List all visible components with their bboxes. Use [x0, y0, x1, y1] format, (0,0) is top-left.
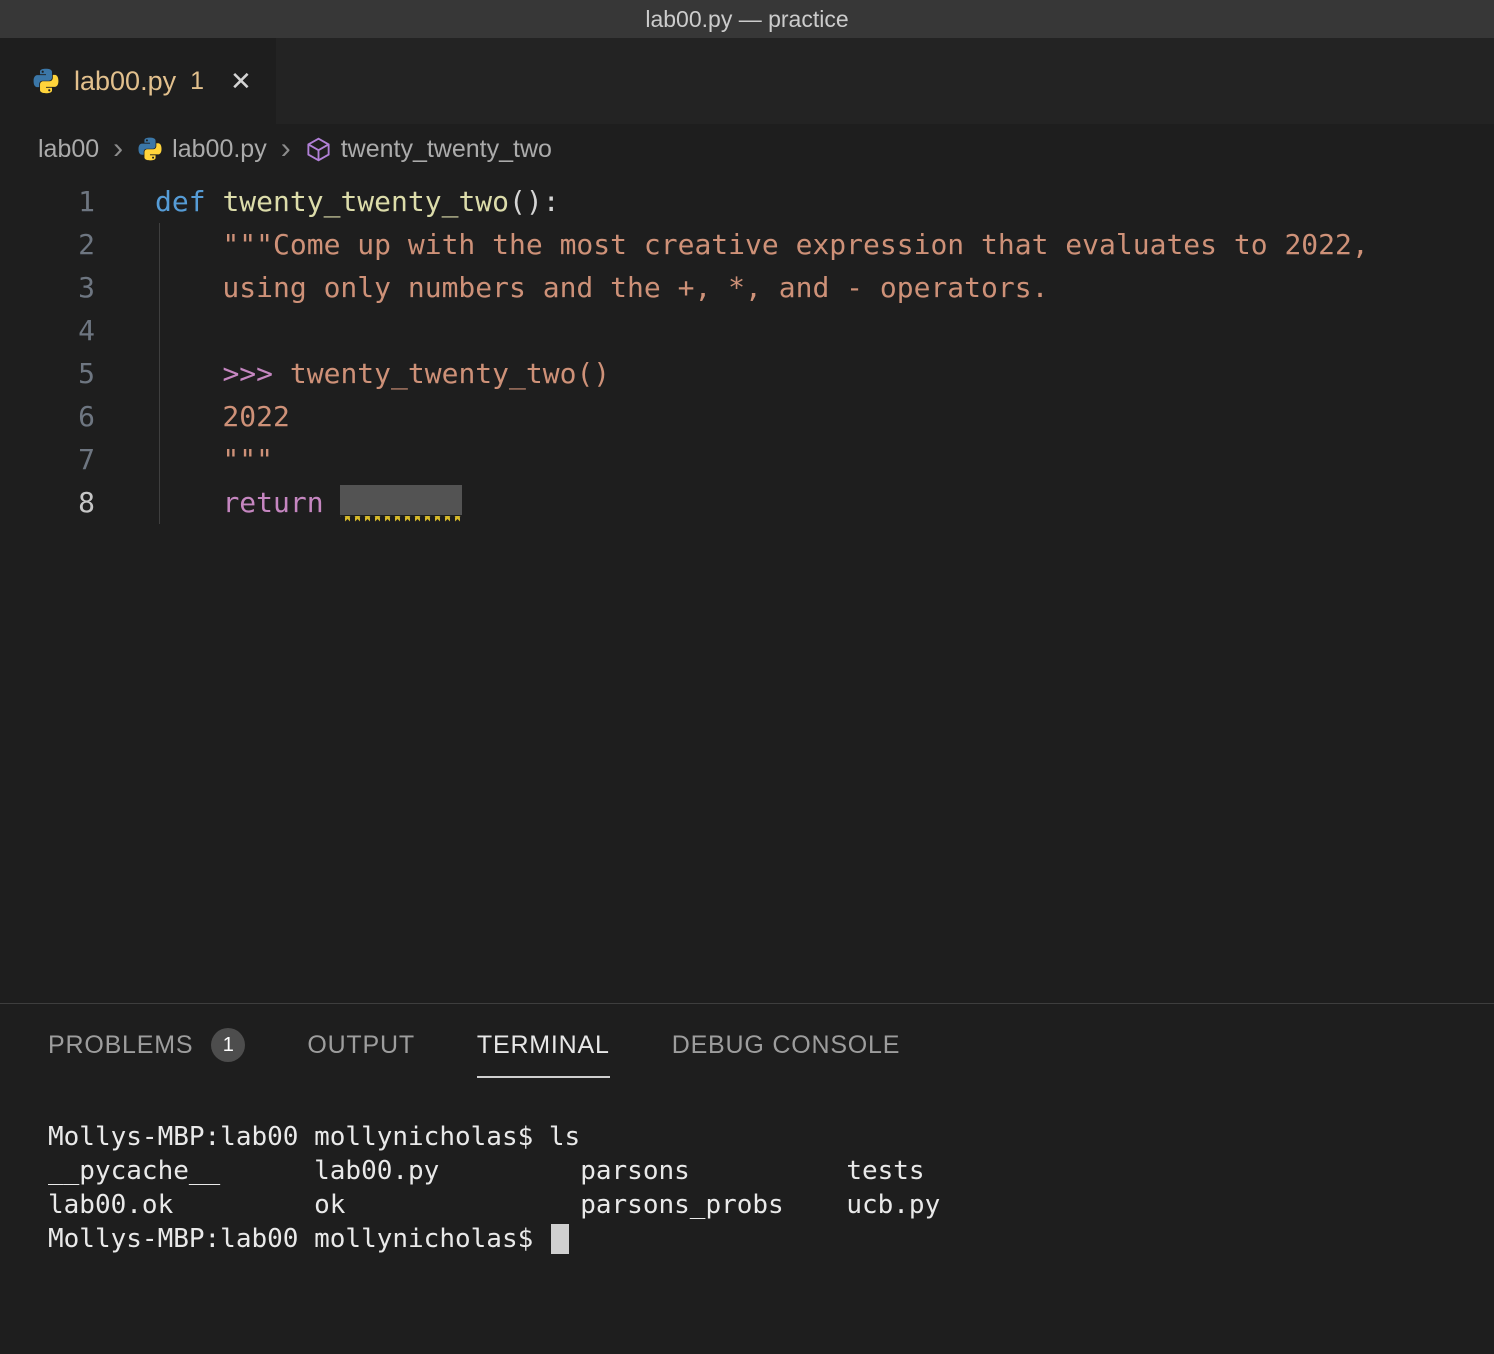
code-line-5[interactable]: 5 >>> twenty_twenty_two() [0, 352, 1494, 395]
editor-tab-bar: lab00.py 1 ✕ [0, 38, 1494, 124]
panel-tab-problems[interactable]: PROBLEMS 1 [48, 1004, 245, 1086]
code-text: def twenty_twenty_two(): [95, 180, 560, 223]
panel-tab-label: TERMINAL [477, 1031, 610, 1060]
terminal-cursor [551, 1224, 569, 1254]
code-line-1[interactable]: 1def twenty_twenty_two(): [0, 180, 1494, 223]
code-token [324, 486, 341, 519]
line-number: 3 [0, 266, 95, 309]
code-token: return [222, 486, 323, 519]
line-number: 7 [0, 438, 95, 481]
titlebar: lab00.py — practice [0, 0, 1494, 38]
terminal-text: __pycache__ lab00.py parsons tests [48, 1156, 925, 1186]
code-line-2[interactable]: 2 """Come up with the most creative expr… [0, 223, 1494, 266]
chevron-right-icon: › [281, 134, 291, 164]
code-token: twenty_twenty_two() [273, 357, 610, 390]
code-lines: 1def twenty_twenty_two():2 """Come up wi… [0, 180, 1494, 524]
bottom-panel: PROBLEMS 1 OUTPUT TERMINAL DEBUG CONSOLE Mol… [0, 1003, 1494, 1354]
line-number: 4 [0, 309, 95, 352]
problems-count-badge: 1 [211, 1028, 245, 1062]
window-title: lab00.py — practice [645, 6, 848, 33]
code-token: (): [509, 185, 560, 218]
panel-tab-terminal[interactable]: TERMINAL [477, 1004, 610, 1086]
vscode-window: lab00.py — practice lab00.py 1 ✕ lab00›l… [0, 0, 1494, 1354]
panel-tab-output[interactable]: OUTPUT [307, 1004, 415, 1086]
tab-problem-count: 1 [190, 67, 204, 96]
breadcrumb-label: twenty_twenty_two [341, 135, 552, 164]
terminal[interactable]: Mollys-MBP:lab00 mollynicholas$ ls __pyca… [0, 1086, 1494, 1256]
code-token: def [155, 185, 206, 218]
breadcrumb-item-lab00-py[interactable]: lab00.py [137, 135, 267, 164]
tab-lab00py[interactable]: lab00.py 1 ✕ [0, 38, 276, 124]
line-number: 6 [0, 395, 95, 438]
code-line-3[interactable]: 3 using only numbers and the +, *, and -… [0, 266, 1494, 309]
breadcrumb-label: lab00 [38, 135, 99, 164]
tab-label: lab00.py [74, 66, 176, 97]
terminal-line: __pycache__ lab00.py parsons tests [48, 1154, 1494, 1188]
panel-tab-label: PROBLEMS [48, 1031, 193, 1060]
python-icon [32, 67, 60, 95]
code-text: """ [95, 438, 273, 481]
line-number: 1 [0, 180, 95, 223]
code-text: using only numbers and the +, *, and - o… [95, 266, 1048, 309]
code-token: >>> [222, 357, 273, 390]
panel-tab-debug-console[interactable]: DEBUG CONSOLE [672, 1004, 901, 1086]
panel-tab-label: DEBUG CONSOLE [672, 1031, 901, 1060]
code-token: """ [155, 443, 273, 476]
symbol-cube-icon [305, 136, 332, 163]
code-line-4[interactable]: 4 [0, 309, 1494, 352]
terminal-line: Mollys-MBP:lab00 mollynicholas$ [48, 1222, 1494, 1256]
code-token: using only numbers and the +, *, and - o… [155, 271, 1048, 304]
code-line-6[interactable]: 6 2022 [0, 395, 1494, 438]
code-line-8[interactable]: 8 return [0, 481, 1494, 524]
code-text: >>> twenty_twenty_two() [95, 352, 610, 395]
breadcrumb-item-lab00[interactable]: lab00 [38, 135, 99, 164]
panel-tab-bar: PROBLEMS 1 OUTPUT TERMINAL DEBUG CONSOLE [0, 1004, 1494, 1086]
code-text: """Come up with the most creative expres… [95, 223, 1369, 266]
code-text [95, 309, 155, 352]
code-token [155, 357, 222, 390]
breadcrumb-label: lab00.py [172, 135, 267, 164]
code-token: """Come up with the most creative expres… [155, 228, 1369, 261]
line-number: 8 [0, 481, 95, 524]
code-text: return [95, 481, 462, 524]
code-token [206, 185, 223, 218]
terminal-line: lab00.ok ok parsons_probs ucb.py [48, 1188, 1494, 1222]
code-editor[interactable]: 1def twenty_twenty_two():2 """Come up wi… [0, 174, 1494, 1003]
code-token: twenty_twenty_two [222, 185, 509, 218]
chevron-right-icon: › [113, 134, 123, 164]
line-number: 2 [0, 223, 95, 266]
code-line-7[interactable]: 7 """ [0, 438, 1494, 481]
python-icon [137, 136, 163, 162]
code-text: 2022 [95, 395, 290, 438]
terminal-text: Mollys-MBP:lab00 mollynicholas$ [48, 1224, 549, 1254]
line-number: 5 [0, 352, 95, 395]
code-token: 2022 [155, 400, 290, 433]
breadcrumb-item-twenty-twenty-two[interactable]: twenty_twenty_two [305, 135, 552, 164]
panel-tab-label: OUTPUT [307, 1031, 415, 1060]
breadcrumb: lab00 › lab00.py › twenty_twenty_two [0, 124, 1494, 174]
terminal-text: lab00.ok ok parsons_probs ucb.py [48, 1190, 940, 1220]
snippet-selection[interactable] [340, 485, 462, 515]
close-icon[interactable]: ✕ [230, 66, 252, 97]
code-token [155, 486, 222, 519]
terminal-text: Mollys-MBP:lab00 mollynicholas$ ls [48, 1122, 580, 1152]
terminal-line: Mollys-MBP:lab00 mollynicholas$ ls [48, 1120, 1494, 1154]
